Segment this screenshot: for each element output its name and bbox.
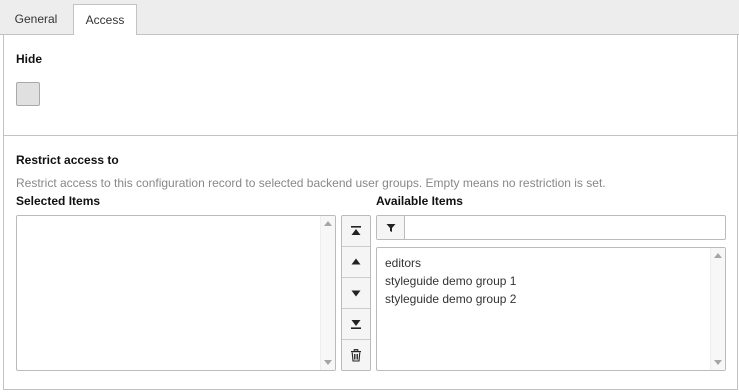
move-to-top-icon	[351, 226, 361, 235]
available-item-editors[interactable]: editors	[385, 255, 516, 273]
trash-icon	[351, 349, 361, 362]
move-to-bottom-button[interactable]	[342, 309, 370, 340]
filter-input[interactable]	[406, 216, 724, 239]
move-up-icon	[351, 258, 361, 265]
hide-label: Hide	[16, 52, 43, 66]
tab-general[interactable]: General	[3, 4, 69, 35]
restrict-access-description: Restrict access to this configuration re…	[16, 176, 606, 190]
selected-items-label: Selected Items	[16, 194, 101, 208]
available-items-filter	[376, 215, 726, 240]
move-up-button[interactable]	[342, 247, 370, 278]
scroll-down-icon[interactable]	[324, 360, 332, 365]
scroll-up-icon[interactable]	[324, 221, 332, 226]
available-items-label: Available Items	[376, 194, 463, 208]
section-divider	[4, 135, 737, 136]
item-order-buttons	[341, 215, 371, 371]
move-to-bottom-icon	[351, 320, 361, 329]
access-panel: Hide Restrict access to Restrict access …	[3, 35, 738, 390]
move-to-top-button[interactable]	[342, 216, 370, 247]
move-down-button[interactable]	[342, 278, 370, 309]
available-items-list[interactable]: editors styleguide demo group 1 stylegui…	[376, 247, 726, 371]
move-down-icon	[351, 290, 361, 297]
filter-addon	[377, 216, 405, 239]
selected-items-list[interactable]	[16, 215, 336, 371]
hide-checkbox[interactable]	[16, 82, 40, 106]
remove-item-button[interactable]	[342, 340, 370, 371]
tab-access[interactable]: Access	[73, 4, 137, 36]
scroll-down-icon[interactable]	[714, 360, 722, 365]
restrict-access-label: Restrict access to	[16, 153, 119, 167]
scroll-up-icon[interactable]	[714, 253, 722, 258]
available-item-styleguide-demo-group-2[interactable]: styleguide demo group 2	[385, 291, 516, 309]
available-item-styleguide-demo-group-1[interactable]: styleguide demo group 1	[385, 273, 516, 291]
filter-icon	[386, 223, 395, 232]
available-items-scrollbar[interactable]	[710, 248, 725, 370]
tab-bar: General Access	[0, 0, 739, 36]
selected-items-scrollbar[interactable]	[320, 216, 335, 370]
